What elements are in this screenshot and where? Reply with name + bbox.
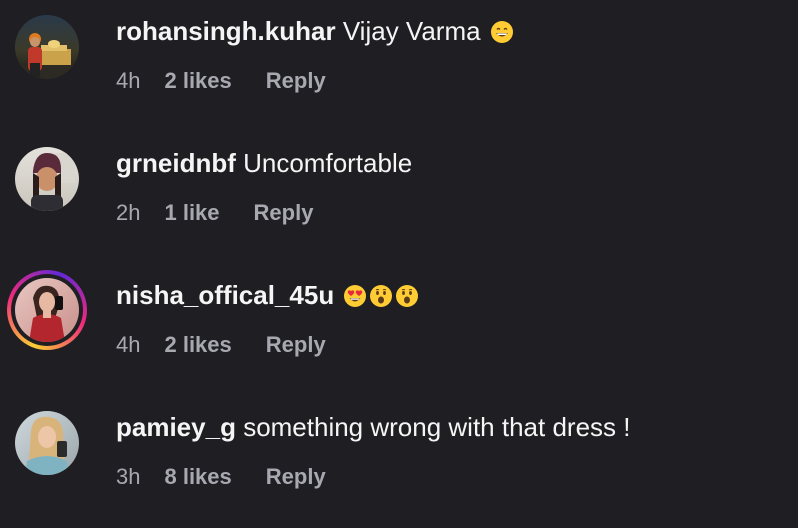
comment-likes[interactable]: 2 likes [164,330,231,360]
surprised-face-emoji-icon [369,284,393,308]
heart-eyes-emoji-icon [343,284,367,308]
avatar[interactable] [14,14,80,80]
comment-item: grneidnbf Uncomfortable 2h 1 like Reply [0,132,798,264]
comment-meta: 4h 2 likes Reply [116,66,326,96]
comment-likes[interactable]: 2 likes [164,66,231,96]
comment-username[interactable]: nisha_offical_45u [116,280,334,310]
comment-timestamp: 2h [116,200,141,225]
comment-username[interactable]: pamiey_g [116,412,236,442]
avatar-with-story-ring[interactable] [7,270,87,350]
comment-meta: 2h 1 like Reply [116,198,313,228]
reply-button[interactable]: Reply [266,66,326,96]
comment-body: something wrong with that dress ! [243,412,631,442]
comment-text-line: pamiey_g something wrong with that dress… [116,410,630,444]
avatar [15,278,79,342]
reply-button[interactable]: Reply [266,462,326,492]
reply-button[interactable]: Reply [254,198,314,228]
grinning-face-emoji-icon [490,20,514,44]
comment-likes[interactable]: 8 likes [164,462,231,492]
reply-button[interactable]: Reply [266,330,326,360]
comment-timestamp: 4h [116,332,141,357]
comment-timestamp: 3h [116,464,141,489]
comment-text-line: nisha_offical_45u [116,278,419,312]
avatar[interactable] [14,146,80,212]
comment-body: Vijay Varma [342,16,481,46]
surprised-face-emoji-icon [395,284,419,308]
comment-text-line: grneidnbf Uncomfortable [116,146,412,180]
comment-item: rohansingh.kuhar Vijay Varma 4h 2 likes Re… [0,0,798,132]
comment-username[interactable]: rohansingh.kuhar [116,16,336,46]
comment-body: Uncomfortable [243,148,413,178]
comment-username[interactable]: grneidnbf [116,148,236,178]
comment-text-line: rohansingh.kuhar Vijay Varma [116,14,514,48]
comment-meta: 3h 8 likes Reply [116,462,326,492]
comment-item: pamiey_g something wrong with that dress… [0,396,798,528]
comment-meta: 4h 2 likes Reply [116,330,326,360]
comment-likes[interactable]: 1 like [164,198,219,228]
comment-list: rohansingh.kuhar Vijay Varma 4h 2 likes Re… [0,0,798,512]
comment-timestamp: 4h [116,68,141,93]
comment-item: nisha_offical_45u 4h 2 likes Reply [0,264,798,396]
avatar[interactable] [14,410,80,476]
